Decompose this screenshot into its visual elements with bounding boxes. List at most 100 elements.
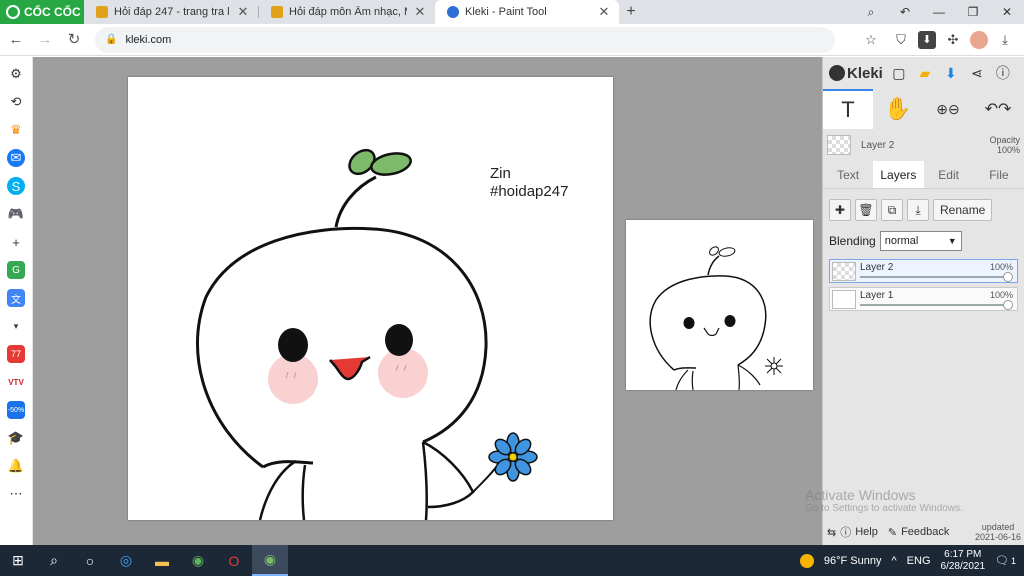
add-layer-button[interactable]: ✚: [829, 199, 851, 221]
browser-sidebar: ⚙ ⟲ ♛ ✉ S 🎮 + G 文 ▾ 77 VTV -50% 🎓 🔔 ⋯: [0, 57, 33, 545]
search-icon[interactable]: ⌕: [36, 545, 72, 576]
new-file-icon[interactable]: ▢: [889, 63, 909, 83]
open-folder-icon[interactable]: ▰: [915, 63, 935, 83]
kleki-logo-text: Kleki: [847, 64, 883, 82]
weather-text[interactable]: 96°F Sunny: [824, 555, 882, 567]
downloads-icon[interactable]: ⤓: [992, 27, 1018, 53]
vtv-icon[interactable]: VTV: [7, 373, 25, 391]
layer-opacity-handle[interactable]: [1003, 300, 1013, 310]
layer-opacity-slider[interactable]: [860, 304, 1009, 306]
text-tool-button[interactable]: T: [823, 89, 873, 129]
tab-edit[interactable]: Edit: [924, 161, 974, 188]
task-view-icon[interactable]: ○: [72, 545, 108, 576]
layer-item[interactable]: Layer 1 100%: [829, 287, 1018, 311]
settings-gear-icon[interactable]: ⚙: [7, 65, 25, 83]
translate-icon[interactable]: 文: [7, 289, 25, 307]
back-button[interactable]: ←: [3, 27, 29, 53]
address-bar[interactable]: 🔒 kleki.com: [95, 26, 835, 53]
minimize-button[interactable]: —: [922, 0, 956, 24]
graduation-cap-icon[interactable]: 🎓: [7, 429, 25, 447]
delete-layer-button[interactable]: 🗑: [855, 199, 877, 221]
preview-drawing: [649, 246, 783, 391]
shield-icon[interactable]: ⛉: [888, 27, 914, 53]
tab-layers[interactable]: Layers: [873, 161, 924, 188]
opera-icon[interactable]: O: [216, 545, 252, 576]
layer-item[interactable]: Layer 2 100%: [829, 259, 1018, 283]
close-tab-icon[interactable]: ✕: [236, 4, 250, 20]
profile-avatar[interactable]: [970, 30, 988, 49]
toolbar-actions: ☆ ⛉ ⬇ ✣ ⤓: [858, 27, 1018, 53]
start-windows-icon[interactable]: ⊞: [0, 545, 36, 576]
help-circle-icon[interactable]: ⓘ: [840, 524, 851, 540]
notification-center-icon[interactable]: 🗨: [995, 554, 1009, 567]
reload-button[interactable]: ↻: [61, 27, 87, 53]
weather-sun-icon[interactable]: [799, 553, 814, 568]
add-sidebar-icon[interactable]: +: [7, 233, 25, 251]
blending-select[interactable]: normal ▼: [879, 231, 962, 251]
share-icon[interactable]: ⋖: [967, 63, 987, 83]
coccoc-taskbar-icon[interactable]: ◉: [180, 545, 216, 576]
forward-button[interactable]: →: [32, 27, 58, 53]
download-indicator-icon[interactable]: ⬇: [918, 30, 936, 49]
undo-redo-buttons[interactable]: ↶↷: [973, 89, 1023, 129]
bookmark-star-icon[interactable]: ☆: [858, 27, 884, 53]
swap-sides-icon[interactable]: ⇆: [827, 526, 836, 539]
close-tab-icon[interactable]: ✕: [597, 4, 611, 20]
feedback-link[interactable]: Feedback: [901, 526, 949, 538]
tab-file[interactable]: File: [974, 161, 1024, 188]
close-tab-icon[interactable]: ✕: [413, 4, 427, 20]
chevron-down-icon[interactable]: ▾: [7, 317, 25, 335]
kleki-logo[interactable]: Kleki: [829, 65, 883, 82]
feedback-pencil-icon[interactable]: ✎: [888, 526, 897, 539]
coccoc-brand[interactable]: CỐC CỐC: [0, 0, 84, 24]
save-download-icon[interactable]: ⬇: [941, 63, 961, 83]
extensions-puzzle-icon[interactable]: ✣: [940, 27, 966, 53]
drawing-canvas[interactable]: Zin #hoidap247: [128, 77, 613, 521]
layer-thumbnail: [832, 262, 856, 281]
tab-title: Kleki - Paint Tool: [465, 6, 547, 18]
back-history-icon[interactable]: ↶: [888, 0, 922, 24]
google-icon[interactable]: G: [7, 261, 25, 279]
help-circle-icon[interactable]: ⓘ: [993, 63, 1013, 83]
drawing-workspace[interactable]: Zin #hoidap247: [33, 57, 822, 545]
more-options-icon[interactable]: ⋯: [7, 485, 25, 503]
edge-browser-icon[interactable]: ◎: [108, 545, 144, 576]
new-tab-button[interactable]: +: [619, 0, 643, 24]
hoidap-favicon-icon: [271, 6, 283, 18]
current-layer-name: Layer 2: [861, 139, 895, 151]
layer-opacity-handle[interactable]: [1003, 272, 1013, 282]
messenger-icon[interactable]: ✉: [7, 149, 25, 167]
shopee-icon[interactable]: 77: [7, 345, 25, 363]
canvas-text: Zin #hoidap247: [490, 165, 568, 201]
notification-bell-icon[interactable]: 🔔: [7, 457, 25, 475]
language-indicator[interactable]: ENG: [907, 555, 931, 567]
maximize-button[interactable]: ❐: [956, 0, 990, 24]
crown-icon[interactable]: ♛: [7, 121, 25, 139]
coccoc-active-taskbar-icon[interactable]: ◉: [252, 545, 288, 576]
system-tray: 96°F Sunny ^ ENG 6:17 PM 6/28/2021 🗨 1: [799, 549, 1024, 573]
duplicate-layer-button[interactable]: ⧉: [881, 199, 903, 221]
kleki-panel: Kleki ▢ ▰ ⬇ ⋖ ⓘ T ✋ ⊕⊖ ↶↷ Layer 2 Opacit…: [805, 57, 1024, 545]
tab-kleki[interactable]: Kleki - Paint Tool ✕: [435, 0, 619, 24]
skype-icon[interactable]: S: [7, 177, 25, 195]
layer-opacity-readout: Opacity 100%: [989, 135, 1020, 155]
zoom-buttons[interactable]: ⊕⊖: [923, 89, 973, 129]
search-tabs-icon[interactable]: ⌕: [854, 0, 888, 24]
tab-hoidap247[interactable]: Hỏi đáp 247 - trang tra loi ✕: [84, 0, 258, 24]
chevron-up-icon[interactable]: ^: [892, 555, 897, 567]
help-link[interactable]: Help: [855, 526, 878, 538]
tab-hoidap-amnhac[interactable]: Hỏi đáp môn Âm nhạc, Mỹ thuật ✕: [259, 0, 435, 24]
history-icon[interactable]: ⟲: [7, 93, 25, 111]
gamepad-icon[interactable]: 🎮: [7, 205, 25, 223]
merge-down-button[interactable]: ⤓: [907, 199, 929, 221]
tab-text[interactable]: Text: [823, 161, 873, 188]
file-explorer-icon[interactable]: ▬: [144, 545, 180, 576]
hand-tool-button[interactable]: ✋: [873, 89, 923, 129]
layer-opacity-slider[interactable]: [860, 276, 1009, 278]
rename-layer-button[interactable]: Rename: [933, 199, 993, 221]
close-window-button[interactable]: ✕: [990, 0, 1024, 24]
tiki-icon[interactable]: -50%: [7, 401, 25, 419]
lock-icon[interactable]: 🔒: [105, 34, 117, 45]
update-info: updated 2021-06-16: [975, 522, 1024, 542]
clock[interactable]: 6:17 PM 6/28/2021: [941, 549, 986, 573]
